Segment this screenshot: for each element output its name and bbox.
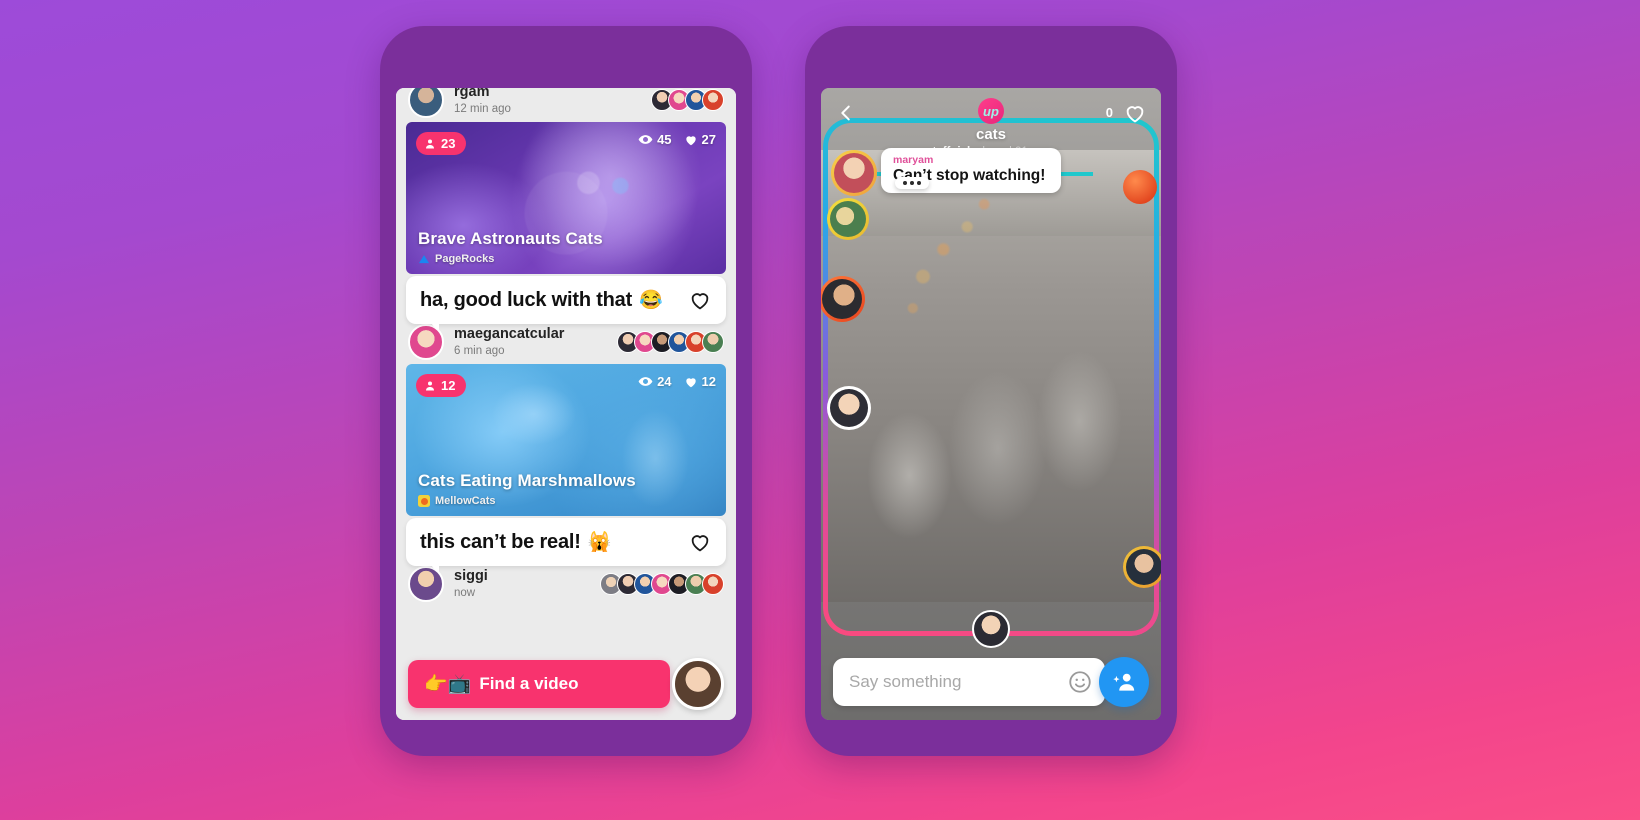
say-something-input[interactable]: Say something [833, 658, 1105, 706]
smiley-icon[interactable] [1067, 669, 1093, 695]
eye-icon [638, 135, 653, 144]
participant-avatar[interactable] [827, 198, 869, 240]
source-name: MellowCats [435, 495, 496, 507]
room-title: cats [975, 126, 1007, 143]
party-header: up cats staffpick shared 21s ago 0 [821, 88, 1161, 158]
post-username: rgam [454, 88, 490, 101]
avatar[interactable] [408, 88, 444, 118]
feed-post-header-top[interactable]: rgam 12 min ago [396, 88, 736, 122]
heart-icon [685, 377, 696, 387]
video-card[interactable]: 12 24 12 Cats Eating Marshmallows Mellow… [406, 364, 726, 516]
phone-right: up cats staffpick shared 21s ago 0 [805, 26, 1177, 756]
reactor-avatars[interactable] [617, 331, 724, 353]
party-video[interactable] [821, 150, 1161, 602]
comment-bubble[interactable]: ha, good luck with that 😂 [406, 276, 726, 332]
like-heart-icon[interactable] [688, 530, 712, 554]
viewer-count-badge: 23 [416, 132, 467, 155]
video-feed: rgam 12 min ago 23 45 27 Brave Astronaut… [396, 88, 736, 720]
comment-bubble[interactable]: this can’t be real! 🙀 [406, 518, 726, 574]
participant-avatar[interactable] [821, 276, 865, 322]
feed-post-header-2[interactable]: siggi now [396, 566, 736, 606]
like-stat: 27 [684, 132, 716, 147]
comment-emoji: 🙀 [587, 532, 612, 553]
like-count: 27 [701, 132, 716, 147]
comment-bubble-wrap: this can’t be real! 🙀 [406, 518, 726, 574]
triangle-icon [418, 255, 430, 264]
like-stat: 12 [684, 374, 716, 389]
participant-avatar[interactable] [831, 150, 877, 196]
heart-icon [685, 135, 696, 145]
commenter-timestamp: now [454, 586, 476, 599]
video-title: Brave Astronauts Cats [418, 229, 603, 248]
app-logo-icon: up [978, 98, 1004, 124]
video-caption: Cats Eating Marshmallows MellowCats [418, 471, 636, 507]
heart-outline-icon[interactable] [1123, 101, 1147, 125]
party-composer-bar: Say something [821, 634, 1161, 720]
app-logo-text: up [983, 103, 999, 119]
invite-friends-button[interactable] [1099, 657, 1149, 707]
viewer-count: 12 [441, 378, 456, 393]
avatar[interactable] [702, 573, 724, 595]
video-caption: Brave Astronauts Cats PageRocks [418, 229, 603, 265]
commenter-username: maegancatcular [454, 326, 565, 343]
post-timestamp: 12 min ago [454, 102, 511, 115]
avatar[interactable] [702, 331, 724, 353]
typing-indicator [895, 177, 929, 189]
chat-username: maryam [893, 154, 934, 166]
commenter-timestamp: 6 min ago [454, 344, 505, 357]
avatar[interactable] [702, 89, 724, 111]
view-stat: 45 [638, 132, 672, 147]
like-heart-icon[interactable] [688, 288, 712, 312]
video-source: MellowCats [418, 495, 636, 507]
watch-party-screen: up cats staffpick shared 21s ago 0 [821, 88, 1161, 720]
find-video-emoji: 👉📺 [424, 674, 472, 695]
dot-icon [418, 495, 430, 507]
find-video-label: Find a video [479, 674, 579, 693]
feed-post-header-1[interactable]: maegancatcular 6 min ago [396, 324, 736, 364]
video-stats: 45 27 [638, 132, 716, 147]
eye-icon [638, 377, 653, 386]
participant-avatar[interactable] [827, 386, 871, 430]
view-count: 24 [657, 374, 672, 389]
like-count: 12 [701, 374, 716, 389]
participant-avatar[interactable] [1123, 170, 1157, 204]
watch-party: up cats staffpick shared 21s ago 0 [821, 88, 1161, 720]
view-count: 45 [657, 132, 672, 147]
dot-icon [903, 181, 907, 185]
person-icon [426, 381, 434, 390]
feed-screen: rgam 12 min ago 23 45 27 Brave Astronaut… [396, 88, 736, 720]
view-stat: 24 [638, 374, 672, 389]
party-like-count: 0 [1105, 105, 1113, 120]
self-avatar[interactable] [672, 658, 724, 710]
video-thumbnail[interactable]: 12 24 12 Cats Eating Marshmallows Mellow… [406, 364, 726, 516]
video-thumbnail[interactable]: 23 45 27 Brave Astronauts Cats PageRocks [406, 122, 726, 274]
person-icon [426, 139, 434, 148]
video-title: Cats Eating Marshmallows [418, 471, 636, 490]
dot-icon [917, 181, 921, 185]
commenter-username: siggi [454, 568, 488, 585]
comment-text: ha, good luck with that [420, 288, 633, 311]
say-something-placeholder: Say something [849, 672, 962, 691]
dot-icon [910, 181, 914, 185]
phone-left: rgam 12 min ago 23 45 27 Brave Astronaut… [380, 26, 752, 756]
comment-bubble-wrap: ha, good luck with that 😂 [406, 276, 726, 332]
find-video-button[interactable]: 👉📺 Find a video [408, 660, 670, 708]
comment-text: this can’t be real! [420, 530, 581, 553]
source-name: PageRocks [435, 253, 495, 265]
reactor-avatars[interactable] [651, 89, 724, 111]
video-source: PageRocks [418, 253, 603, 265]
reactor-avatars[interactable] [600, 573, 724, 595]
video-stats: 24 12 [638, 374, 716, 389]
comment-emoji: 😂 [639, 290, 663, 311]
video-card[interactable]: 23 45 27 Brave Astronauts Cats PageRocks [406, 122, 726, 274]
participant-avatar[interactable] [1123, 546, 1161, 588]
viewer-count: 23 [441, 136, 456, 151]
viewer-count-badge: 12 [416, 374, 467, 397]
chevron-left-icon[interactable] [835, 102, 857, 124]
add-person-icon [1113, 673, 1135, 691]
